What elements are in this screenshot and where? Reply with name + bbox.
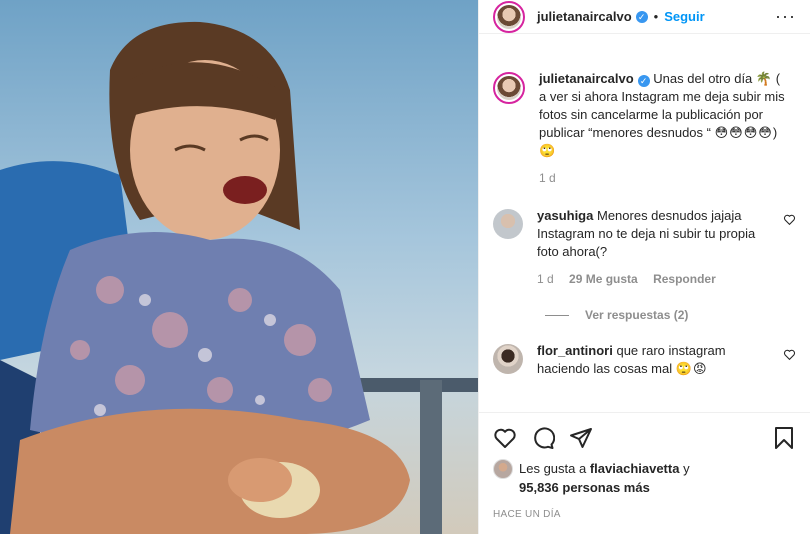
comment-icon[interactable] xyxy=(531,426,555,450)
caption-meta: 1 d xyxy=(539,169,789,187)
action-icon-bar xyxy=(493,425,796,451)
comment-time[interactable]: 1 d xyxy=(537,272,554,286)
post-actions: Les gusta a flaviachiavetta y 95,836 per… xyxy=(479,412,810,520)
post-side-panel: julietanaircalvo ✓ • Seguir ··· julietan… xyxy=(478,0,810,534)
view-replies-label: Ver respuestas (2) xyxy=(585,308,689,322)
comment-likes[interactable]: 29 Me gusta xyxy=(569,272,638,286)
eye-roll-emoji: 🙄 xyxy=(539,143,557,158)
comment-emojis: 🙄😡 xyxy=(675,361,708,376)
comment: flor_antinori que raro instagram haciend… xyxy=(493,342,796,378)
likes-prefix: Les gusta a xyxy=(519,461,587,476)
post-header: julietanaircalvo ✓ • Seguir ··· xyxy=(479,0,810,34)
liker-avatar[interactable] xyxy=(493,459,513,479)
commenter-username[interactable]: flor_antinori xyxy=(537,343,613,358)
commenter-username[interactable]: yasuhiga xyxy=(537,208,593,223)
verified-icon: ✓ xyxy=(635,10,648,23)
caption-username[interactable]: julietanaircalvo xyxy=(539,71,634,86)
comment-meta: 1 d 29 Me gusta Responder xyxy=(537,270,772,288)
separator-dot: • xyxy=(653,9,659,24)
commenter-avatar[interactable] xyxy=(493,209,523,239)
heart-icon[interactable] xyxy=(493,426,517,450)
caption-text-3: ) xyxy=(772,125,778,140)
view-replies-button[interactable]: Ver respuestas (2) xyxy=(545,308,796,322)
author-avatar[interactable] xyxy=(493,0,525,33)
post-photo-image xyxy=(0,0,478,534)
share-icon[interactable] xyxy=(569,426,593,450)
comment: yasuhiga Menores desnudos jajaja Instagr… xyxy=(493,207,796,288)
caption: julietanaircalvo ✓ Unas del otro día 🌴 ( … xyxy=(493,70,796,187)
replies-divider xyxy=(545,314,569,316)
follow-button[interactable]: Seguir xyxy=(664,9,704,24)
caption-avatar[interactable] xyxy=(493,72,525,104)
reply-button[interactable]: Responder xyxy=(653,272,716,286)
bookmark-icon[interactable] xyxy=(772,426,796,450)
likes-summary: Les gusta a flaviachiavetta y 95,836 per… xyxy=(493,459,796,497)
author-username[interactable]: julietanaircalvo xyxy=(537,9,632,24)
commenter-avatar[interactable] xyxy=(493,344,523,374)
flushed-emojis: 😳😳😳😳 xyxy=(714,125,773,140)
post-photo[interactable] xyxy=(0,0,478,534)
caption-time[interactable]: 1 d xyxy=(539,171,556,185)
likes-count[interactable]: 95,836 personas más xyxy=(519,480,650,495)
more-icon[interactable]: ··· xyxy=(775,6,796,27)
comment-like-icon[interactable] xyxy=(783,213,796,226)
verified-icon: ✓ xyxy=(637,75,650,87)
post-timestamp[interactable]: HACE UN DÍA xyxy=(493,509,796,520)
comment-like-icon[interactable] xyxy=(783,348,796,361)
liker-username[interactable]: flaviachiavetta xyxy=(590,461,680,476)
palm-emoji: 🌴 xyxy=(755,71,773,86)
comments-list: julietanaircalvo ✓ Unas del otro día 🌴 ( … xyxy=(479,56,810,412)
caption-text-1: Unas del otro día xyxy=(653,71,753,86)
likes-conj: y xyxy=(683,461,690,476)
